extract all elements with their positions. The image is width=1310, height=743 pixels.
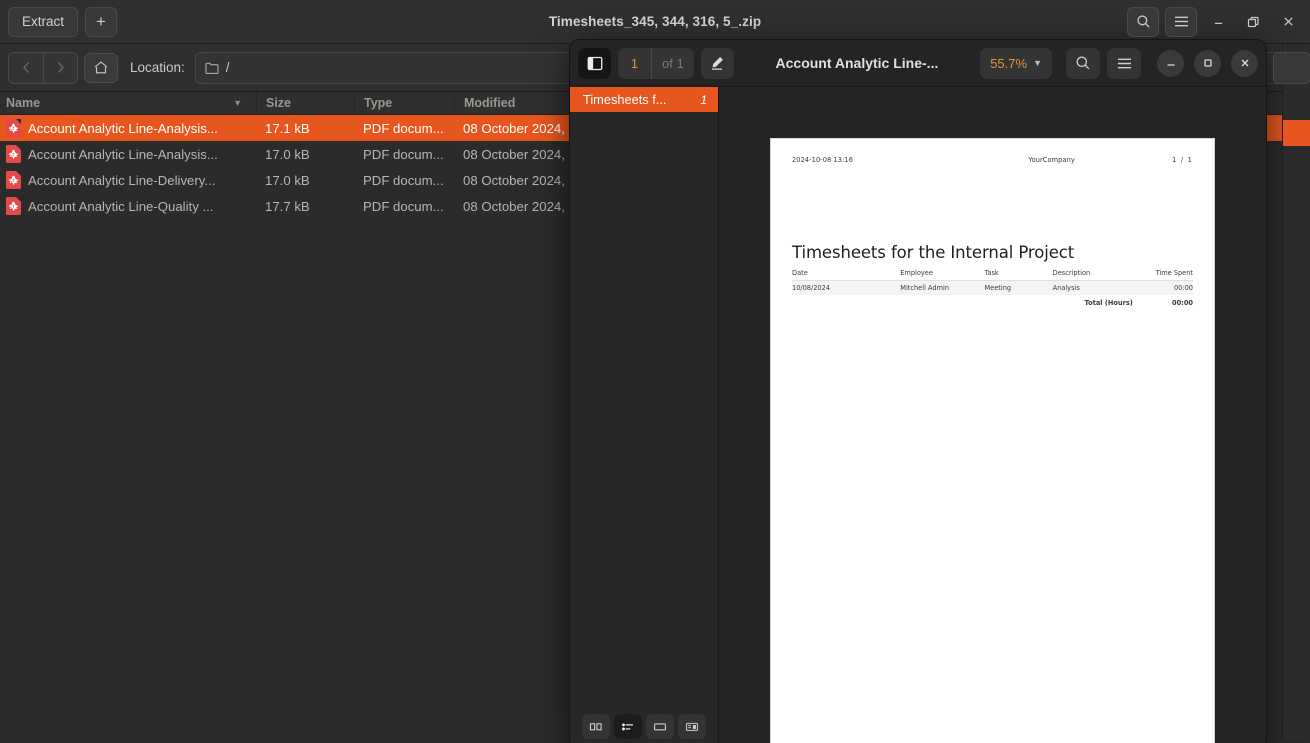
hamburger-menu-icon[interactable] bbox=[1165, 7, 1197, 37]
chevron-down-icon: ▼ bbox=[233, 98, 242, 108]
table-header-row: Date Employee Task Description Time Spen… bbox=[792, 267, 1193, 281]
maximize-icon[interactable] bbox=[1194, 50, 1221, 77]
location-label: Location: bbox=[130, 60, 185, 75]
page-navigator[interactable]: 1 of 1 bbox=[618, 48, 694, 79]
file-size-cell: 17.0 kB bbox=[256, 173, 354, 188]
document-header: 2024-10-08 13:16 YourCompany 1 / 1 bbox=[792, 156, 1193, 164]
pdf-outline-list: Timesheets f... 1 bbox=[570, 87, 718, 705]
file-type-cell: PDF docum... bbox=[354, 147, 454, 162]
pdf-file-icon: A bbox=[6, 119, 21, 137]
outline-item-page: 1 bbox=[700, 93, 707, 107]
pdf-file-icon: A bbox=[6, 197, 21, 215]
outline-list-icon[interactable] bbox=[614, 714, 642, 739]
document-title: Timesheets for the Internal Project bbox=[792, 243, 1193, 262]
file-type-cell: PDF docum... bbox=[354, 199, 454, 214]
zoom-selector[interactable]: 55.7% ▼ bbox=[980, 48, 1052, 79]
table-total-row: Total (Hours) 00:00 bbox=[792, 295, 1193, 310]
col-employee: Employee bbox=[900, 267, 984, 281]
archive-manager-headerbar: Extract + Timesheets_345, 344, 316, 5_.z… bbox=[0, 0, 1310, 44]
close-icon[interactable] bbox=[1274, 8, 1302, 36]
pdf-file-icon: A bbox=[6, 171, 21, 189]
chevron-down-icon: ▼ bbox=[1033, 58, 1042, 68]
pdf-file-icon: A bbox=[6, 145, 21, 163]
cell-date: 10/08/2024 bbox=[792, 281, 900, 296]
total-value: 00:00 bbox=[1133, 295, 1193, 310]
minimize-icon[interactable] bbox=[1157, 50, 1184, 77]
column-header-name[interactable]: Name ▼ bbox=[0, 92, 256, 115]
file-name-cell: A Account Analytic Line-Quality ... bbox=[0, 197, 256, 215]
col-task: Task bbox=[984, 267, 1052, 281]
search-icon[interactable] bbox=[1066, 48, 1100, 79]
home-icon[interactable] bbox=[84, 53, 118, 83]
file-name-text: Account Analytic Line-Delivery... bbox=[28, 173, 215, 188]
file-name-text: Account Analytic Line-Analysis... bbox=[28, 147, 218, 162]
pdf-sidebar: Timesheets f... 1 bbox=[570, 87, 719, 743]
column-label-name: Name bbox=[6, 96, 40, 110]
selected-row-continuation bbox=[1283, 120, 1310, 146]
col-date: Date bbox=[792, 267, 900, 281]
file-list-right-edge bbox=[1282, 44, 1310, 740]
window-title: Timesheets_345, 344, 316, 5_.zip bbox=[0, 14, 1310, 29]
minimize-icon[interactable] bbox=[1204, 8, 1232, 36]
back-button[interactable] bbox=[9, 53, 43, 83]
column-header-size[interactable]: Size bbox=[256, 92, 354, 115]
total-label: Total (Hours) bbox=[1053, 295, 1133, 310]
file-type-cell: PDF docum... bbox=[354, 121, 454, 136]
pdf-page: 2024-10-08 13:16 YourCompany 1 / 1 Times… bbox=[771, 139, 1214, 743]
page-number-input[interactable]: 1 bbox=[618, 56, 651, 71]
navigation-buttons bbox=[8, 52, 78, 84]
outline-item-label: Timesheets f... bbox=[583, 92, 666, 107]
file-name-text: Account Analytic Line-Quality ... bbox=[28, 199, 213, 214]
maximize-icon[interactable] bbox=[1239, 8, 1267, 36]
pdf-viewer-body: Timesheets f... 1 bbox=[570, 87, 1266, 743]
cell-time-spent: 00:00 bbox=[1133, 281, 1193, 296]
file-type-cell: PDF docum... bbox=[354, 173, 454, 188]
pdf-page-canvas[interactable]: 2024-10-08 13:16 YourCompany 1 / 1 Times… bbox=[719, 87, 1266, 743]
table-row: 10/08/2024 Mitchell Admin Meeting Analys… bbox=[792, 281, 1193, 296]
hamburger-menu-icon[interactable] bbox=[1107, 48, 1141, 79]
annotations-icon[interactable] bbox=[646, 714, 674, 739]
column-header-type[interactable]: Type bbox=[354, 92, 454, 115]
pdf-document-title: Account Analytic Line-... bbox=[743, 55, 972, 71]
sidebar-toggle-icon[interactable] bbox=[578, 48, 611, 79]
cell-employee: Mitchell Admin bbox=[900, 281, 984, 296]
timesheet-table: Date Employee Task Description Time Spen… bbox=[792, 267, 1193, 310]
close-icon[interactable] bbox=[1231, 50, 1258, 77]
forward-button[interactable] bbox=[43, 53, 77, 83]
file-size-cell: 17.1 kB bbox=[256, 121, 354, 136]
file-name-cell: A Account Analytic Line-Analysis... bbox=[0, 119, 256, 137]
attachments-icon[interactable] bbox=[678, 714, 706, 739]
cell-task: Meeting bbox=[984, 281, 1052, 296]
folder-icon bbox=[205, 62, 219, 74]
file-name-cell: A Account Analytic Line-Delivery... bbox=[0, 171, 256, 189]
sidebar-mode-switcher bbox=[570, 705, 718, 743]
headerbar-right-controls bbox=[1121, 7, 1302, 37]
search-icon[interactable] bbox=[1127, 7, 1159, 37]
file-name-cell: A Account Analytic Line-Analysis... bbox=[0, 145, 256, 163]
file-size-cell: 17.0 kB bbox=[256, 147, 354, 162]
thumbnails-icon[interactable] bbox=[582, 714, 610, 739]
page-total-label: of 1 bbox=[652, 56, 694, 71]
file-name-text: Account Analytic Line-Analysis... bbox=[28, 121, 218, 136]
col-time-spent: Time Spent bbox=[1133, 267, 1193, 281]
pdf-viewer-headerbar: 1 of 1 Account Analytic Line-... 55.7% ▼ bbox=[570, 40, 1266, 87]
extract-button[interactable]: Extract bbox=[8, 7, 78, 37]
zoom-level-value: 55.7% bbox=[990, 56, 1027, 71]
add-files-button[interactable]: + bbox=[85, 7, 117, 37]
annotate-pen-icon[interactable] bbox=[701, 48, 734, 79]
cell-description: Analysis bbox=[1053, 281, 1133, 296]
document-header-pagenum: 1 / 1 bbox=[1172, 156, 1193, 164]
col-description: Description bbox=[1053, 267, 1133, 281]
list-item[interactable]: Timesheets f... 1 bbox=[570, 87, 718, 112]
pdf-viewer-window: 1 of 1 Account Analytic Line-... 55.7% ▼ bbox=[570, 40, 1266, 743]
file-size-cell: 17.7 kB bbox=[256, 199, 354, 214]
location-value: / bbox=[226, 60, 230, 75]
document-header-date: 2024-10-08 13:16 bbox=[792, 156, 853, 164]
obscured-toolbar-button bbox=[1273, 52, 1310, 84]
document-header-company: YourCompany bbox=[1028, 156, 1075, 164]
